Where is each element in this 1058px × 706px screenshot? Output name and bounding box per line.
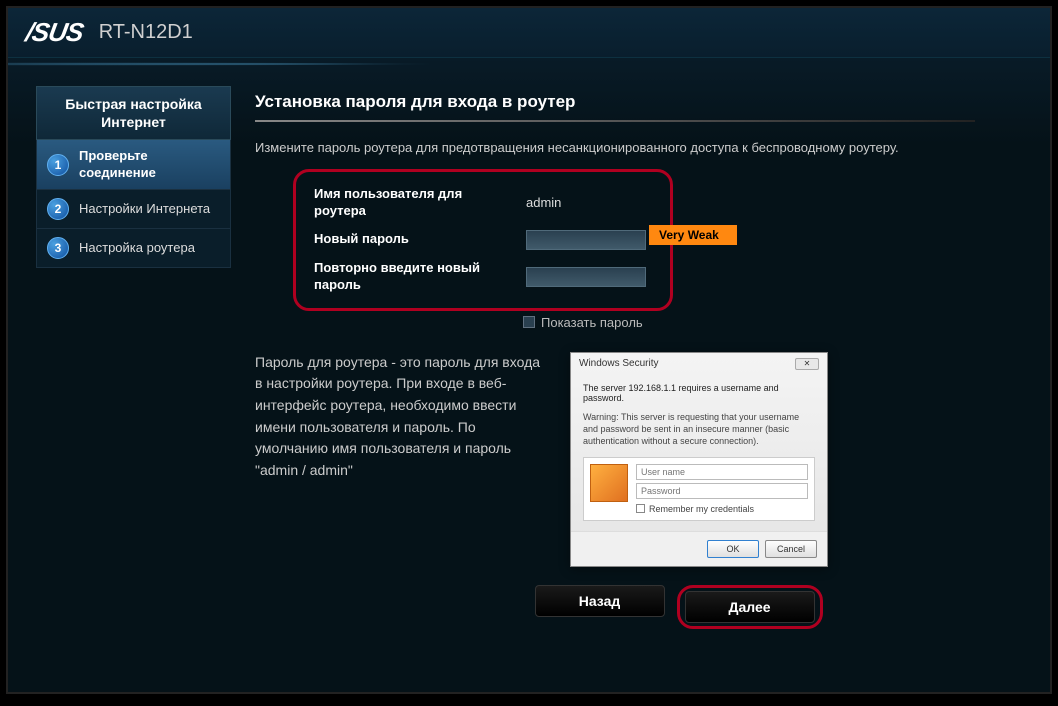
- next-button[interactable]: Далее: [685, 591, 815, 623]
- title-underline: [255, 120, 975, 122]
- step-number-icon: 1: [47, 154, 69, 176]
- dialog-title: Windows Security: [579, 358, 658, 370]
- windows-security-dialog-preview: Windows Security ✕ The server 192.168.1.…: [570, 352, 828, 567]
- sidebar-step-internet-settings[interactable]: 2 Настройки Интернета: [36, 190, 231, 229]
- next-button-highlight: Далее: [677, 585, 823, 629]
- brand-logo: /SUS: [23, 17, 85, 48]
- dialog-warning-line: Warning: This server is requesting that …: [583, 411, 815, 447]
- credentials-icon: [590, 464, 628, 502]
- step-label: Проверьте соединение: [79, 148, 220, 181]
- remember-checkbox: [636, 504, 645, 513]
- close-icon: ✕: [795, 358, 819, 370]
- back-button[interactable]: Назад: [535, 585, 665, 617]
- step-number-icon: 2: [47, 198, 69, 220]
- sidebar-step-router-setup[interactable]: 3 Настройка роутера: [36, 229, 231, 268]
- decorative-flare: [8, 58, 1050, 70]
- sidebar-step-check-connection[interactable]: 1 Проверьте соединение: [36, 140, 231, 190]
- new-password-label: Новый пароль: [314, 231, 514, 248]
- retype-password-label: Повторно введите новый пароль: [314, 260, 514, 294]
- step-label: Настройка роутера: [79, 240, 195, 256]
- sidebar-title: Быстрая настройка Интернет: [36, 86, 231, 140]
- retype-password-input[interactable]: [526, 267, 646, 287]
- username-value: admin: [526, 195, 561, 210]
- new-password-input[interactable]: [526, 230, 646, 250]
- password-form-highlight: Имя пользователя для роутера admin Новый…: [293, 169, 673, 311]
- dialog-password-input: [636, 483, 808, 499]
- main-panel: Установка пароля для входа в роутер Изме…: [255, 86, 1022, 629]
- remember-label: Remember my credentials: [649, 504, 754, 514]
- password-strength-badge: Very Weak: [649, 225, 737, 245]
- show-password-row[interactable]: Показать пароль: [523, 315, 1022, 330]
- dialog-cancel-button: Cancel: [765, 540, 817, 558]
- model-name: RT-N12D1: [99, 21, 193, 44]
- page-title: Установка пароля для входа в роутер: [255, 92, 1022, 112]
- show-password-label: Показать пароль: [541, 315, 643, 330]
- step-number-icon: 3: [47, 237, 69, 259]
- description-text: Пароль для роутера - это пароль для вход…: [255, 352, 550, 567]
- show-password-checkbox[interactable]: [523, 316, 535, 328]
- header-bar: /SUS RT-N12D1: [8, 8, 1050, 58]
- username-label: Имя пользователя для роутера: [314, 186, 514, 220]
- dialog-server-line: The server 192.168.1.1 requires a userna…: [583, 383, 815, 403]
- dialog-ok-button: OK: [707, 540, 759, 558]
- intro-text: Измените пароль роутера для предотвращен…: [255, 140, 1022, 155]
- dialog-username-input: [636, 464, 808, 480]
- step-label: Настройки Интернета: [79, 201, 210, 217]
- wizard-sidebar: Быстрая настройка Интернет 1 Проверьте с…: [36, 86, 231, 629]
